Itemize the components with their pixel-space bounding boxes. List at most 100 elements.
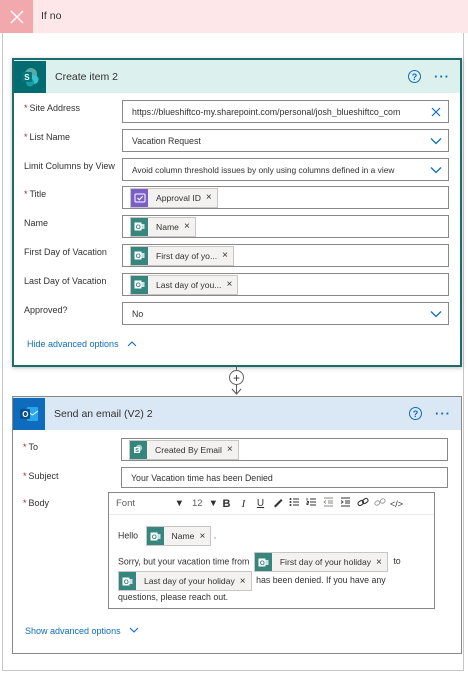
- name-field[interactable]: O Name ×: [122, 215, 449, 238]
- site-address-label: * Site Address: [24, 103, 81, 113]
- title-label: * Title: [24, 189, 47, 199]
- site-address-field[interactable]: https://blueshiftco-my.sharepoint.com/pe…: [122, 100, 449, 123]
- decrease-indent-icon[interactable]: [320, 497, 337, 510]
- show-advanced-options-link[interactable]: Show advanced options: [25, 626, 139, 636]
- chevron-down-icon: [129, 627, 139, 633]
- help-icon[interactable]: ?: [408, 70, 421, 83]
- add-step-icon[interactable]: +: [229, 370, 244, 385]
- chevron-up-icon: [127, 341, 137, 347]
- approved-value: No: [132, 308, 144, 319]
- subject-field[interactable]: Your Vacation time has been Denied: [121, 467, 448, 488]
- body-editor[interactable]: Font ▼ 12 ▼ B I U </> Hello O Name × . S…: [108, 492, 435, 609]
- bullet-list-icon[interactable]: [286, 497, 303, 510]
- caret-down-icon: ▼: [174, 498, 184, 509]
- font-size-select[interactable]: 12 ▼: [188, 498, 218, 509]
- name-token[interactable]: O Name ×: [130, 216, 196, 237]
- unlink-icon[interactable]: [371, 497, 388, 510]
- more-options-icon[interactable]: ···: [434, 70, 450, 83]
- increase-indent-icon[interactable]: [337, 497, 354, 510]
- numbered-list-icon[interactable]: [303, 497, 320, 510]
- close-icon[interactable]: [0, 0, 33, 33]
- svg-text:S: S: [135, 448, 139, 454]
- branch-title: If no: [41, 10, 62, 22]
- last-day-token[interactable]: O Last day of your holiday ×: [118, 571, 252, 591]
- name-token[interactable]: O Name ×: [145, 526, 212, 546]
- outlook-icon: O: [119, 572, 136, 590]
- last-day-label: Last Day of Vacation: [24, 276, 107, 286]
- first-day-token[interactable]: O First day of your holiday ×: [253, 552, 388, 572]
- approval-id-token[interactable]: Approval ID ×: [130, 187, 218, 208]
- created-by-email-token[interactable]: S Created By Email ×: [129, 439, 239, 460]
- editor-toolbar: Font ▼ 12 ▼ B I U </>: [109, 493, 434, 515]
- title-field[interactable]: Approval ID ×: [122, 186, 449, 209]
- outlook-icon: O: [131, 246, 148, 265]
- card-header[interactable]: O Send an email (V2) 2 ? ···: [13, 397, 461, 430]
- bold-button[interactable]: B: [218, 498, 235, 510]
- font-family-select[interactable]: Font ▼: [116, 498, 188, 509]
- list-name-value: Vacation Request: [132, 135, 201, 146]
- svg-text:O: O: [136, 224, 141, 231]
- remove-token-icon[interactable]: ×: [227, 444, 238, 455]
- last-day-field[interactable]: O Last day of you... ×: [122, 273, 449, 296]
- caret-down-icon: ▼: [208, 498, 218, 509]
- limit-columns-dropdown[interactable]: Avoid column threshold issues by only us…: [122, 158, 449, 181]
- to-field[interactable]: S Created By Email ×: [121, 438, 448, 461]
- outlook-icon: O: [13, 397, 45, 430]
- site-address-value: https://blueshiftco-my.sharepoint.com/pe…: [132, 106, 401, 117]
- outlook-icon: O: [254, 553, 272, 571]
- remove-token-icon[interactable]: ×: [184, 221, 195, 232]
- chevron-down-icon: [424, 137, 448, 145]
- body-label: * Body: [23, 498, 50, 508]
- sharepoint-icon: S: [14, 60, 46, 93]
- clear-icon[interactable]: [424, 107, 448, 117]
- remove-token-icon[interactable]: ×: [206, 192, 217, 203]
- svg-text:S: S: [24, 73, 30, 82]
- hide-advanced-options-link[interactable]: Hide advanced options: [27, 339, 137, 349]
- svg-text:O: O: [151, 534, 156, 541]
- more-options-icon[interactable]: ···: [435, 407, 451, 420]
- chevron-down-icon: [424, 310, 448, 318]
- card-header[interactable]: S Create item 2 ? ···: [14, 60, 460, 93]
- svg-text:O: O: [22, 410, 28, 419]
- list-name-dropdown[interactable]: Vacation Request: [122, 129, 449, 152]
- card-title: Create item 2: [55, 70, 119, 83]
- svg-text:O: O: [136, 282, 141, 289]
- limit-columns-value: Avoid column threshold issues by only us…: [132, 164, 395, 175]
- italic-button[interactable]: I: [235, 498, 252, 510]
- card-title: Send an email (V2) 2: [54, 407, 153, 420]
- last-day-token[interactable]: O Last day of you... ×: [130, 274, 239, 295]
- to-label: * To: [23, 442, 39, 452]
- approved-dropdown[interactable]: No: [122, 302, 449, 325]
- link-icon[interactable]: [354, 497, 371, 510]
- remove-token-icon[interactable]: ×: [199, 531, 210, 542]
- help-icon[interactable]: ?: [409, 407, 422, 420]
- remove-token-icon[interactable]: ×: [226, 279, 237, 290]
- body-line-1: Hello O Name × .: [118, 526, 216, 546]
- code-view-icon[interactable]: </>: [388, 499, 405, 509]
- branch-header: If no: [0, 0, 468, 33]
- svg-text:O: O: [124, 579, 129, 586]
- highlight-icon[interactable]: [269, 497, 286, 511]
- svg-text:O: O: [136, 253, 141, 260]
- svg-text:O: O: [260, 560, 265, 567]
- remove-token-icon[interactable]: ×: [240, 576, 251, 587]
- body-line-2: Sorry, but your vacation time from O Fir…: [118, 552, 401, 572]
- subject-value: Your Vacation time has been Denied: [131, 472, 273, 483]
- list-name-label: * List Name: [24, 132, 71, 142]
- underline-button[interactable]: U: [252, 498, 269, 509]
- arrow-down-icon: [231, 388, 242, 395]
- outlook-icon: O: [146, 527, 164, 545]
- first-day-field[interactable]: O First day of yo... ×: [122, 244, 449, 267]
- body-line-3: O Last day of your holiday × has been de…: [118, 571, 386, 591]
- remove-token-icon[interactable]: ×: [376, 557, 387, 568]
- outlook-icon: O: [131, 217, 148, 236]
- outlook-icon: O: [131, 275, 148, 294]
- first-day-token[interactable]: O First day of yo... ×: [130, 245, 234, 266]
- remove-token-icon[interactable]: ×: [222, 250, 233, 261]
- subject-label: * Subject: [23, 471, 59, 481]
- create-item-card[interactable]: S Create item 2 ? ··· * Site Address http…: [12, 58, 462, 367]
- chevron-down-icon: [424, 166, 448, 174]
- approved-label: Approved?: [24, 305, 68, 315]
- approvals-icon: [131, 188, 148, 207]
- body-line-4: questions, please reach out.: [118, 592, 229, 602]
